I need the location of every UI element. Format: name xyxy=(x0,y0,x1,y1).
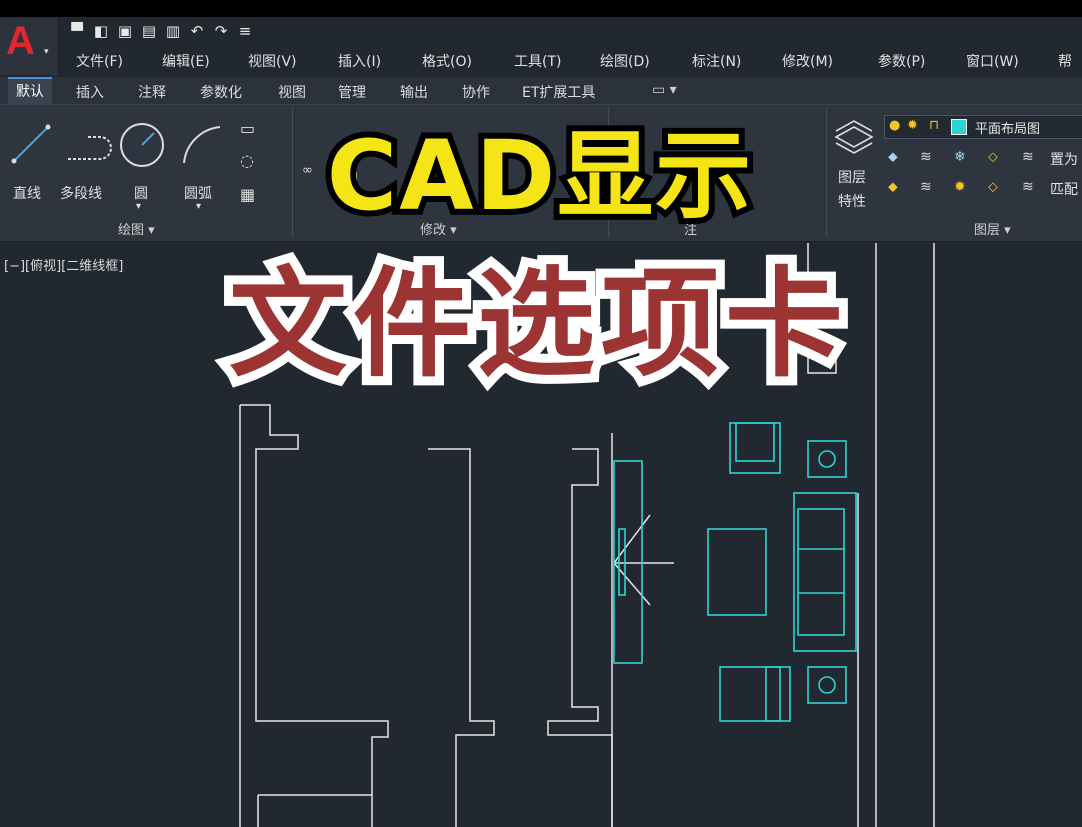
sofa-seat xyxy=(797,508,845,636)
menu-window[interactable]: 窗口(W) xyxy=(966,51,1019,71)
workspace-icon[interactable]: ▭ ▾ xyxy=(652,82,677,98)
screen-top-strip xyxy=(0,0,1082,17)
autocad-logo-icon: A xyxy=(6,19,35,63)
print-icon[interactable]: ▥ xyxy=(164,22,182,40)
ottoman-edge xyxy=(765,666,781,722)
new-icon[interactable]: ▀ xyxy=(68,22,86,40)
menu-dimension[interactable]: 标注(N) xyxy=(692,51,741,71)
side-table xyxy=(807,440,847,478)
wall-outline xyxy=(428,448,495,827)
menu-draw[interactable]: 绘图(D) xyxy=(600,51,650,71)
redo-icon[interactable]: ↷ xyxy=(212,22,230,40)
menu-parametric[interactable]: 参数(P) xyxy=(878,51,925,71)
lamp-icon xyxy=(818,676,836,694)
saveas-icon[interactable]: ▤ xyxy=(140,22,158,40)
undo-icon[interactable]: ↶ xyxy=(188,22,206,40)
sofa xyxy=(793,492,857,652)
save-icon[interactable]: ▣ xyxy=(116,22,134,40)
quick-access-toolbar: ▀ ◧ ▣ ▤ ▥ ↶ ↷ ≡ xyxy=(68,17,254,45)
open-icon[interactable]: ◧ xyxy=(92,22,110,40)
chevron-down-icon: ▾ xyxy=(44,47,49,57)
menu-help[interactable]: 帮 xyxy=(1058,51,1072,71)
menu-insert[interactable]: 插入(I) xyxy=(338,51,381,71)
side-table xyxy=(807,666,847,704)
overlay-title-line1: CAD显示 xyxy=(321,114,757,238)
armchair-seat xyxy=(735,422,775,462)
menu-file[interactable]: 文件(F) xyxy=(76,51,123,71)
menu-edit[interactable]: 编辑(E) xyxy=(162,51,210,71)
menu-view[interactable]: 视图(V) xyxy=(248,51,297,71)
overlay-title-line2: 文件选项卡 xyxy=(220,246,852,402)
wall-outline xyxy=(547,448,613,827)
customize-icon[interactable]: ≡ xyxy=(236,22,254,40)
tv-screen xyxy=(618,528,626,596)
menu-modify[interactable]: 修改(M) xyxy=(782,51,833,71)
menu-tools[interactable]: 工具(T) xyxy=(514,51,561,71)
armchair xyxy=(729,422,781,474)
menu-bar: 文件(F) 编辑(E) 视图(V) 插入(I) 格式(O) 工具(T) 绘图(D… xyxy=(62,47,1082,73)
wall-outline xyxy=(239,404,389,827)
menu-format[interactable]: 格式(O) xyxy=(422,51,472,71)
coffee-table xyxy=(707,528,767,616)
lamp-icon xyxy=(818,450,836,468)
wall-outline xyxy=(257,794,372,827)
app-menu-button[interactable]: A ▾ xyxy=(0,17,59,75)
